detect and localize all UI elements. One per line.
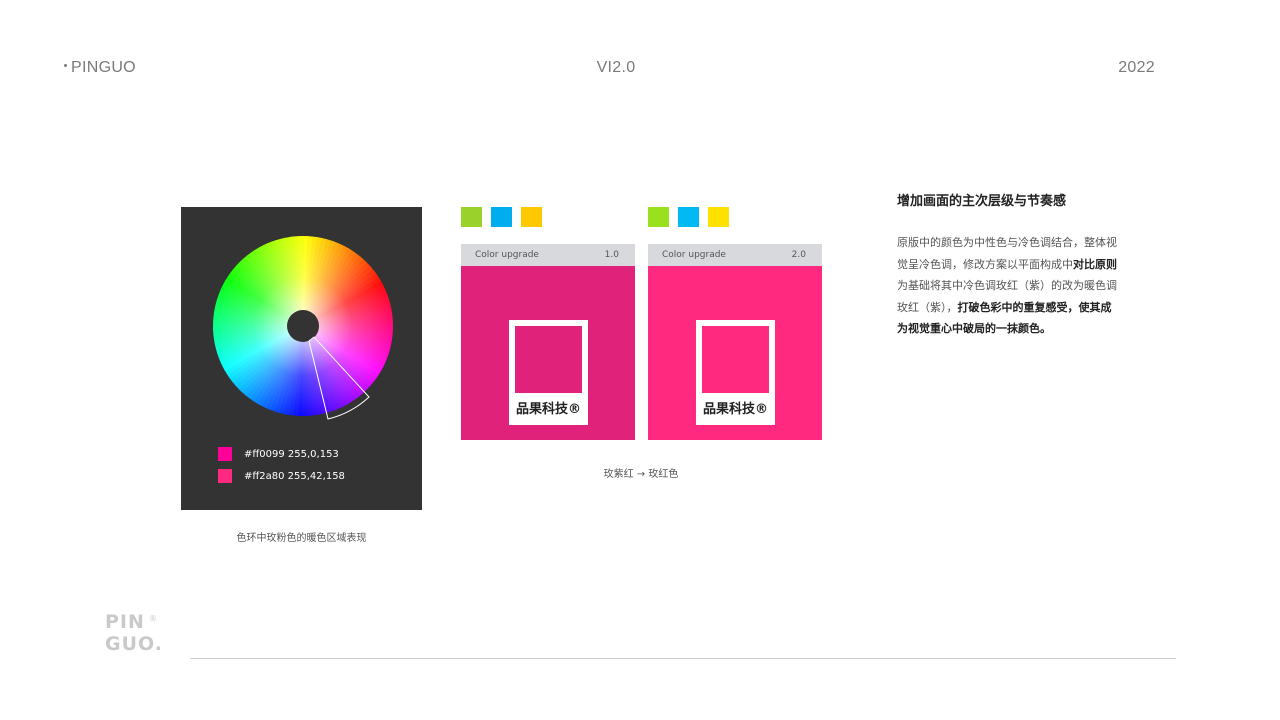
header-version: VI2.0 — [596, 59, 636, 76]
mini-swatch-yellow — [521, 207, 542, 227]
card-bar: Color upgrade 1.0 — [461, 244, 635, 266]
legend-swatch — [218, 469, 232, 483]
legend-row-2: #ff2a80 255,42,158 — [218, 469, 345, 483]
header-year: 2022 — [1118, 59, 1155, 76]
card-label: Color upgrade — [662, 250, 726, 260]
logo-registered: ® — [149, 614, 157, 623]
color-wheel-icon — [213, 236, 393, 420]
chip-label: 品果科技® — [515, 402, 581, 417]
color-chip: 品果科技® — [696, 320, 775, 425]
pinguo-logo: PIN ® GUO. — [105, 612, 175, 662]
card-body: 品果科技® — [648, 266, 822, 440]
section-body: 原版中的颜色为中性色与冷色调结合，整体视觉呈冷色调，修改方案以平面构成中对比原则… — [897, 232, 1117, 340]
color-wheel-panel: #ff0099 255,0,153 #ff2a80 255,42,158 — [181, 207, 422, 510]
wheel-caption: 色环中玫粉色的暖色区域表现 — [236, 533, 367, 544]
mini-swatch-yellow — [708, 207, 729, 227]
mini-swatch-green — [461, 207, 482, 227]
chip-label: 品果科技® — [702, 402, 768, 417]
mini-swatch-blue — [491, 207, 512, 227]
color-chip: 品果科技® — [509, 320, 588, 425]
chip-swatch — [515, 326, 582, 393]
section-title: 增加画面的主次层级与节奏感 — [897, 194, 1067, 209]
legend-text: #ff0099 255,0,153 — [244, 448, 339, 460]
chip-swatch — [702, 326, 769, 393]
footer-divider — [190, 658, 1176, 659]
color-card-v1: Color upgrade 1.0 品果科技® — [461, 244, 635, 440]
card-bar: Color upgrade 2.0 — [648, 244, 822, 266]
mini-swatch-green — [648, 207, 669, 227]
logo-line-2: GUO. — [105, 633, 163, 655]
card-label: Color upgrade — [475, 250, 539, 260]
color-card-v2: Color upgrade 2.0 品果科技® — [648, 244, 822, 440]
legend-text: #ff2a80 255,42,158 — [244, 470, 345, 482]
mini-swatch-blue — [678, 207, 699, 227]
card-version: 1.0 — [604, 250, 619, 260]
card-version: 2.0 — [791, 250, 806, 260]
legend-swatch — [218, 447, 232, 461]
cards-caption: 玫紫红 → 玫红色 — [603, 469, 679, 480]
logo-line-1: PIN — [105, 611, 145, 633]
legend-row-1: #ff0099 255,0,153 — [218, 447, 339, 461]
body-bold: 对比原则 — [1073, 257, 1117, 271]
card-body: 品果科技® — [461, 266, 635, 440]
